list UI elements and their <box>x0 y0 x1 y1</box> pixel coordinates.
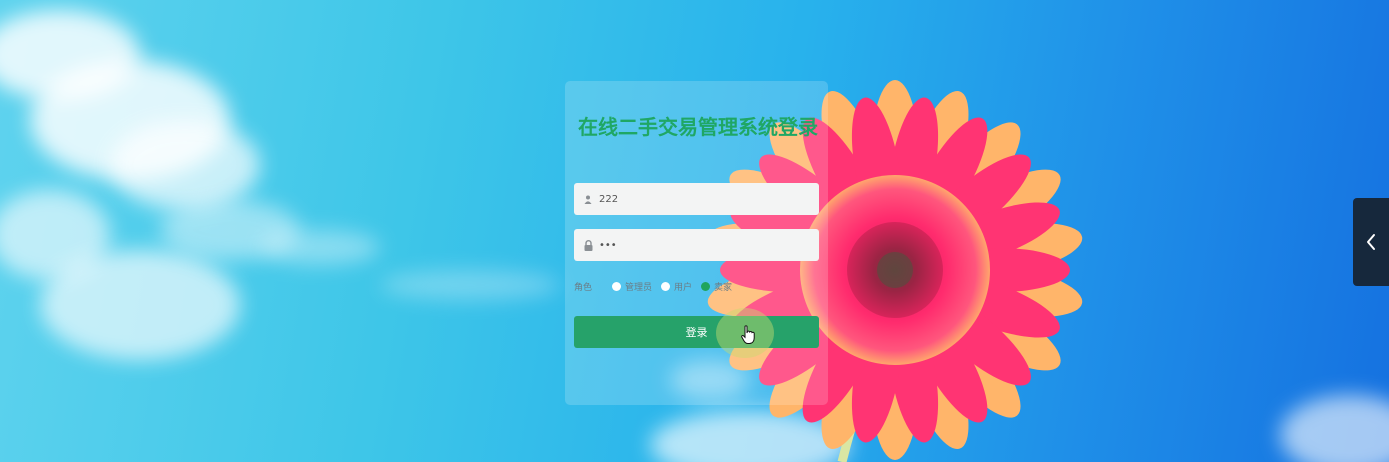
side-panel-toggle[interactable] <box>1353 198 1389 286</box>
role-option-label: 管理员 <box>625 282 653 293</box>
user-icon <box>581 192 595 206</box>
role-selector: 角色 管理员 用户 卖家 <box>574 277 819 295</box>
role-label: 角色 <box>574 282 593 293</box>
username-field[interactable] <box>574 183 819 215</box>
password-input[interactable] <box>599 239 809 251</box>
login-button[interactable]: 登录 <box>574 316 819 348</box>
username-input[interactable] <box>599 193 809 205</box>
radio-selected-icon[interactable] <box>701 281 711 291</box>
role-option-admin[interactable]: 管理员 <box>612 280 652 293</box>
radio-icon[interactable] <box>661 281 671 291</box>
role-option-label: 卖家 <box>714 282 733 293</box>
role-option-user[interactable]: 用户 <box>661 280 692 293</box>
radio-icon[interactable] <box>612 281 621 291</box>
password-field[interactable] <box>574 229 819 261</box>
role-option-label: 用户 <box>674 282 693 293</box>
login-page: 在线二手交易管理系统登录 角色 管理员 用户 <box>0 0 1389 462</box>
chevron-left-icon <box>1367 234 1375 250</box>
login-title: 在线二手交易管理系统登录 <box>578 115 818 139</box>
hand-cursor-icon <box>741 325 755 344</box>
role-option-seller[interactable]: 卖家 <box>701 280 732 293</box>
lock-icon <box>581 238 595 252</box>
